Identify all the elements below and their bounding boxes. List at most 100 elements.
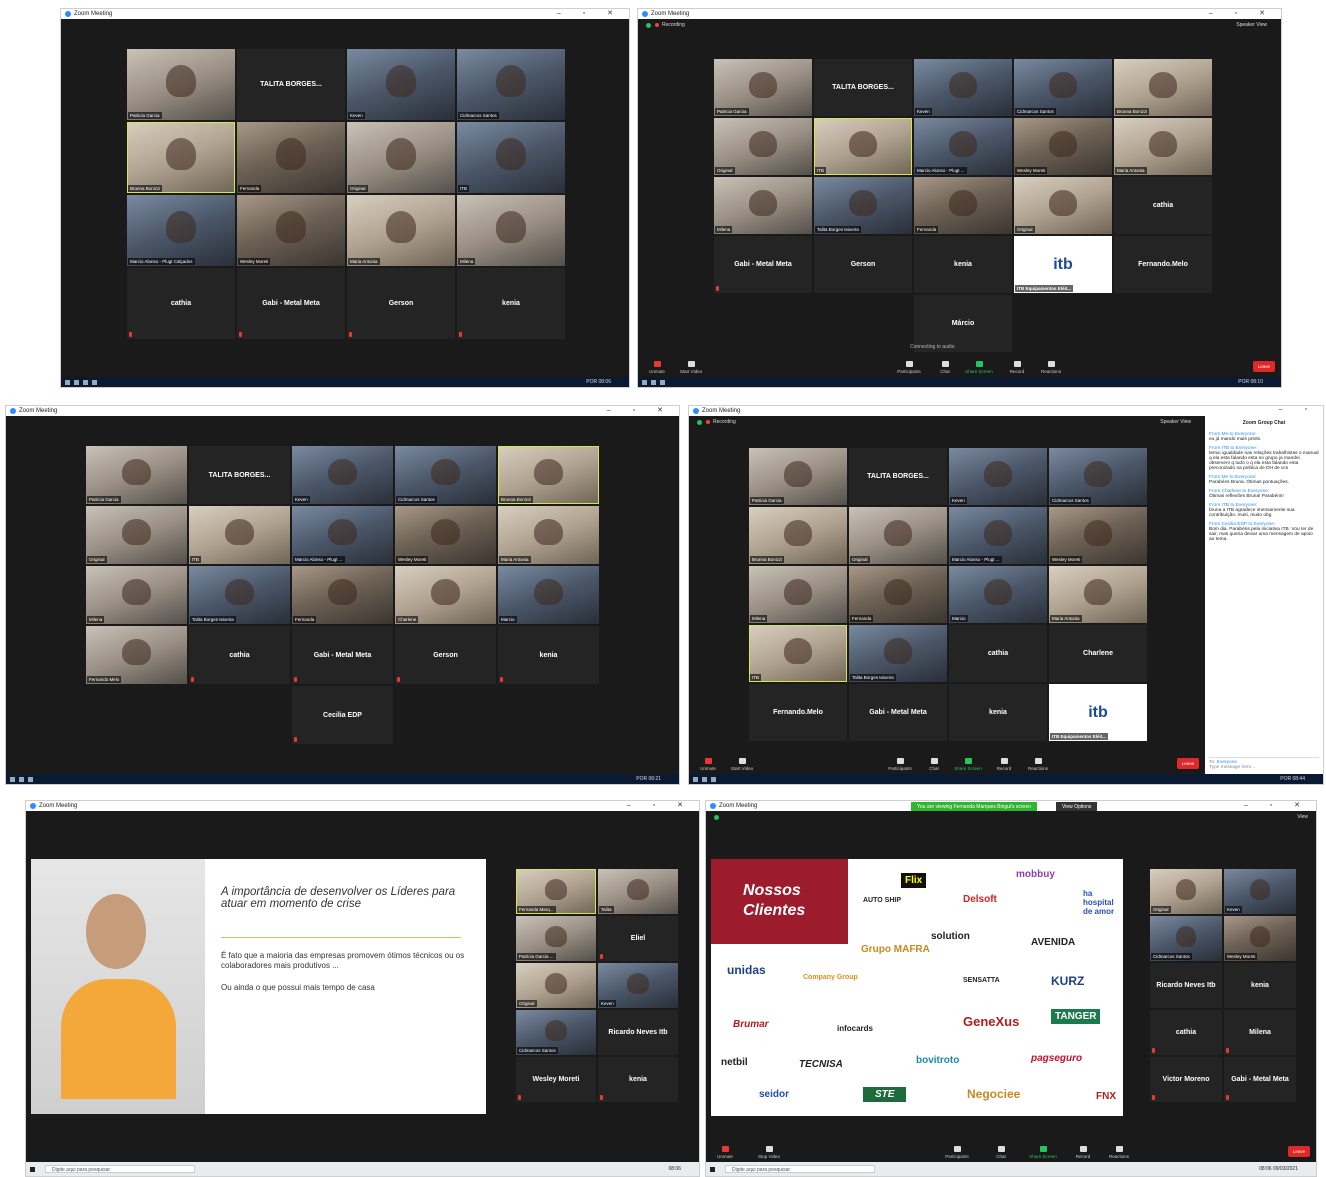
- share-screen-button[interactable]: Share Screen: [953, 758, 983, 771]
- taskbar-app-icon[interactable]: [660, 379, 665, 385]
- record-button[interactable]: Record: [1068, 1146, 1098, 1159]
- chat-button[interactable]: Chat: [919, 758, 949, 771]
- video-tile[interactable]: Cidmarcos Santos: [457, 49, 565, 120]
- video-tile[interactable]: TALITA BORGES...: [849, 448, 947, 505]
- chat-button[interactable]: Chat: [986, 1146, 1016, 1159]
- video-tile[interactable]: Maria Antonia: [1049, 566, 1147, 623]
- video-tile[interactable]: Wesley Moreti: [516, 1057, 596, 1102]
- video-tile[interactable]: Original: [714, 118, 812, 175]
- video-tile[interactable]: Cidmarcos Santos: [1049, 448, 1147, 505]
- video-tile[interactable]: Brunna Bonizzi: [749, 507, 847, 564]
- video-tile[interactable]: Gabi - Metal Meta: [1224, 1057, 1296, 1102]
- start-video-button[interactable]: Start Video: [727, 758, 757, 771]
- video-tile[interactable]: TALITA BORGES...: [237, 49, 345, 120]
- video-tile-active-speaker[interactable]: ITB: [814, 118, 912, 175]
- chat-message-input[interactable]: Type message here...: [1209, 765, 1319, 770]
- taskbar-app-icon[interactable]: [711, 776, 716, 782]
- video-tile[interactable]: Gerson: [814, 236, 912, 293]
- video-tile[interactable]: Marcio: [498, 566, 599, 624]
- video-tile[interactable]: Gerson: [395, 626, 496, 684]
- windows-start-icon[interactable]: [10, 776, 15, 782]
- taskbar-app-icon[interactable]: [28, 776, 33, 782]
- video-tile[interactable]: Ricardo Neves Itb: [598, 1010, 678, 1055]
- view-button[interactable]: View: [1297, 814, 1308, 820]
- video-tile[interactable]: Talita Borges teixeira: [189, 566, 290, 624]
- windows-start-icon[interactable]: [710, 1166, 715, 1172]
- window-controls[interactable]: – ▫: [1279, 406, 1317, 413]
- video-tile[interactable]: Wesley Moreti: [237, 195, 345, 266]
- taskbar-app-icon[interactable]: [92, 379, 97, 385]
- video-tile[interactable]: TALITA BORGES...: [189, 446, 290, 504]
- taskbar-app-icon[interactable]: [651, 379, 656, 385]
- video-tile[interactable]: Cidmarcos Santos: [1014, 59, 1112, 116]
- video-tile[interactable]: Maria Antonia: [347, 195, 455, 266]
- video-tile[interactable]: Keven: [949, 448, 1047, 505]
- video-tile[interactable]: Original: [86, 506, 187, 564]
- video-tile[interactable]: Wesley Moreti: [1224, 916, 1296, 961]
- reactions-button[interactable]: Reactions: [1104, 1146, 1134, 1159]
- record-button[interactable]: Record: [1002, 361, 1032, 374]
- video-tile[interactable]: Wesley Moreti: [1049, 507, 1147, 564]
- video-tile[interactable]: Marcio: [949, 566, 1047, 623]
- video-tile[interactable]: Gerson: [347, 268, 455, 339]
- share-screen-button[interactable]: Share Screen: [964, 361, 994, 374]
- video-tile[interactable]: Marcio Alonso - Plugt ...: [949, 507, 1047, 564]
- video-tile[interactable]: Original: [516, 963, 596, 1008]
- unmute-button[interactable]: Unmute: [710, 1146, 740, 1159]
- video-tile[interactable]: Original: [1150, 869, 1222, 914]
- video-tile[interactable]: kenia: [1224, 963, 1296, 1008]
- video-tile[interactable]: Brunna Bonizzi: [1114, 59, 1212, 116]
- video-tile[interactable]: Gabi - Metal Meta: [714, 236, 812, 293]
- participants-button[interactable]: Participants: [885, 758, 915, 771]
- unmute-button[interactable]: Unmute: [642, 361, 672, 374]
- video-tile[interactable]: Maria Antonia: [498, 506, 599, 564]
- windows-start-icon[interactable]: [693, 776, 698, 782]
- video-tile[interactable]: Cidmarcos Santos: [395, 446, 496, 504]
- video-tile[interactable]: kenia: [498, 626, 599, 684]
- record-button[interactable]: Record: [989, 758, 1019, 771]
- video-tile[interactable]: Charlene: [395, 566, 496, 624]
- start-video-button[interactable]: Start Video: [676, 361, 706, 374]
- video-tile[interactable]: Fernando.Melo: [1114, 236, 1212, 293]
- video-tile-active-speaker[interactable]: Fernanda Marq...: [516, 869, 596, 914]
- video-tile[interactable]: Keven: [292, 446, 393, 504]
- taskbar-search-box[interactable]: Digite aqui para pesquisar: [45, 1165, 195, 1173]
- video-tile[interactable]: kenia: [457, 268, 565, 339]
- speaker-view-button[interactable]: Speaker View: [1160, 419, 1191, 425]
- participants-button[interactable]: Participants: [894, 361, 924, 374]
- video-tile[interactable]: Marcio Alonso - Plugt ...: [292, 506, 393, 564]
- video-tile[interactable]: cathia: [1150, 1010, 1222, 1055]
- security-shield-icon[interactable]: [697, 419, 702, 425]
- windows-start-icon[interactable]: [65, 379, 70, 385]
- participants-button[interactable]: Participants: [942, 1146, 972, 1159]
- video-tile[interactable]: ITB: [457, 122, 565, 193]
- reactions-button[interactable]: Reactions: [1036, 361, 1066, 374]
- video-tile[interactable]: Keven: [598, 963, 678, 1008]
- video-tile[interactable]: Talita: [598, 869, 678, 914]
- security-shield-icon[interactable]: [714, 814, 719, 820]
- video-tile[interactable]: Talita Borges teixeira: [814, 177, 912, 234]
- video-tile[interactable]: Cidmarcos Santos: [516, 1010, 596, 1055]
- video-tile[interactable]: Milena: [714, 177, 812, 234]
- video-tile[interactable]: Gabi - Metal Meta: [292, 626, 393, 684]
- video-tile[interactable]: kenia: [598, 1057, 678, 1102]
- windows-start-icon[interactable]: [642, 379, 647, 385]
- video-tile[interactable]: Patricia Garcia ...: [516, 916, 596, 961]
- chat-button[interactable]: Chat: [930, 361, 960, 374]
- video-tile[interactable]: Fernanda: [237, 122, 345, 193]
- video-tile[interactable]: Maria Antonia: [1114, 118, 1212, 175]
- video-tile[interactable]: Keven: [914, 59, 1012, 116]
- video-tile[interactable]: cathia: [949, 625, 1047, 682]
- video-tile[interactable]: Keven: [1224, 869, 1296, 914]
- chat-input-area[interactable]: To: Everyone Type message here...: [1209, 757, 1319, 770]
- leave-button[interactable]: Leave: [1176, 758, 1199, 769]
- video-tile[interactable]: Milena: [1224, 1010, 1296, 1055]
- video-tile[interactable]: Milena: [86, 566, 187, 624]
- video-tile[interactable]: Cecilia EDP: [292, 686, 393, 744]
- windows-start-icon[interactable]: [30, 1166, 35, 1172]
- video-tile-active-speaker[interactable]: Brunna Bonizzi: [127, 122, 235, 193]
- video-tile[interactable]: Patricia Garcia: [749, 448, 847, 505]
- taskbar-search-box[interactable]: Digite aqui para pesquisar: [725, 1165, 875, 1173]
- video-tile[interactable]: kenia: [949, 684, 1047, 741]
- video-tile[interactable]: Fernanda: [914, 177, 1012, 234]
